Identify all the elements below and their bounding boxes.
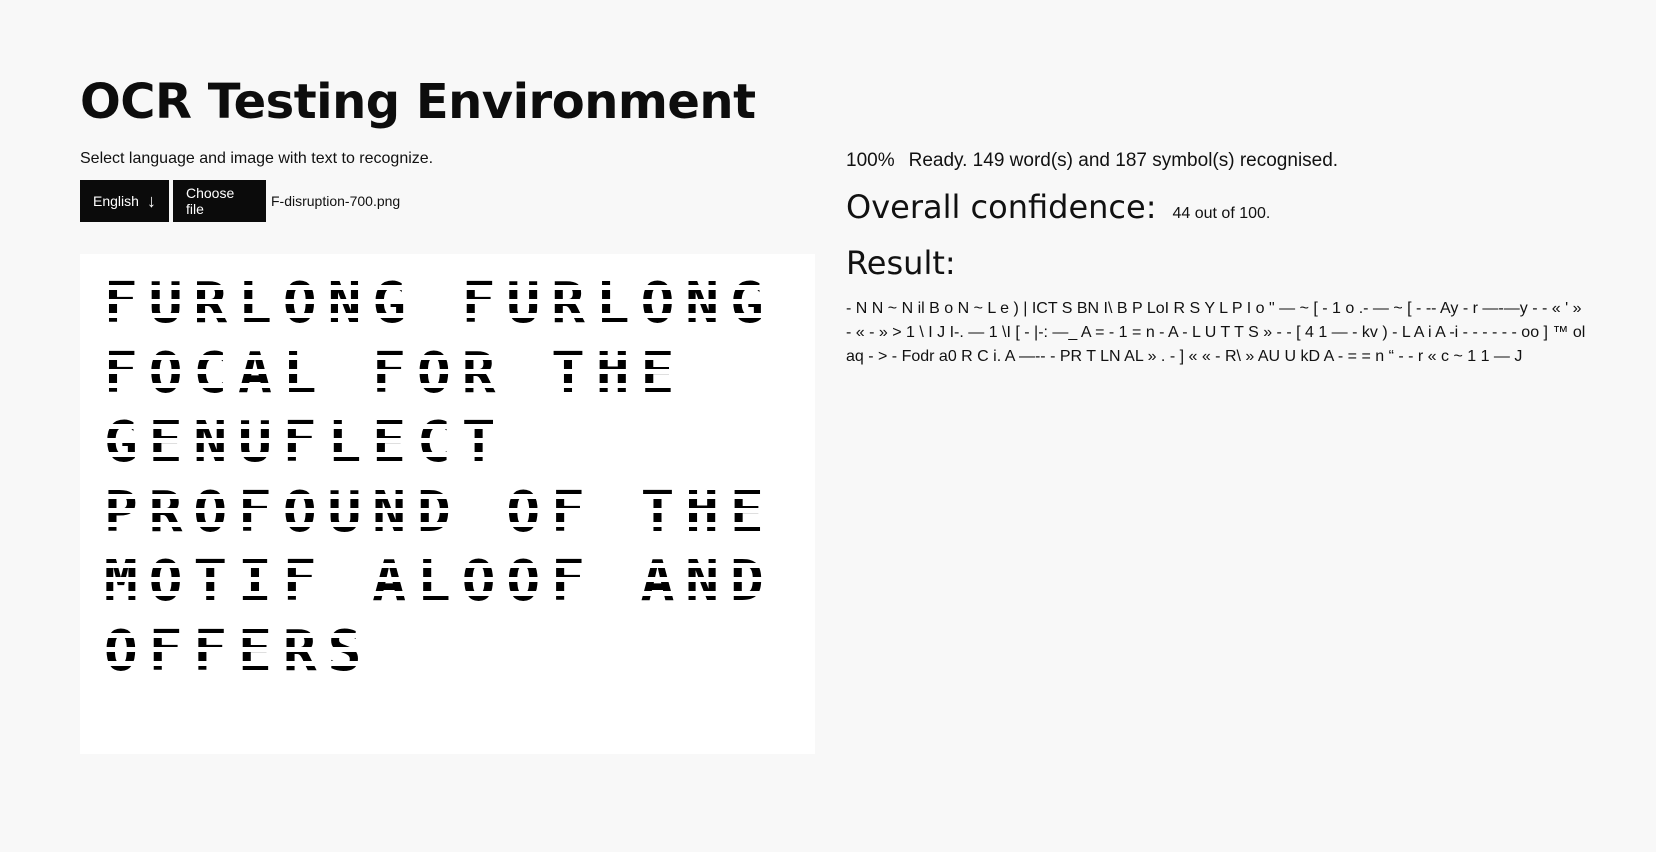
image-preview: FURLONG FURLONG FOCAL FOR THE GENUFLECT … <box>80 254 815 754</box>
confidence-label: Overall confidence: <box>846 188 1157 226</box>
result-label: Result: <box>846 244 956 282</box>
language-select-label: English <box>93 193 139 209</box>
instructions-text: Select language and image with text to r… <box>80 150 434 167</box>
choose-file-button[interactable]: Choose file <box>173 180 266 222</box>
arrow-down-icon: ↓ <box>147 191 156 211</box>
image-text-line: OFFERS <box>104 619 373 684</box>
page-title: OCR Testing Environment <box>80 74 756 130</box>
image-text-line: GENUFLECT <box>104 410 507 475</box>
image-text-line: PROFOUND OF THE <box>104 480 775 545</box>
choose-file-label: Choose file <box>186 185 235 217</box>
confidence-row: Overall confidence: 44 out of 100. <box>846 188 1270 226</box>
status-message: Ready. 149 word(s) and 187 symbol(s) rec… <box>908 150 1339 171</box>
confidence-value: 44 out of 100. <box>1172 205 1271 222</box>
status-line: 100% Ready. 149 word(s) and 187 symbol(s… <box>846 150 1338 172</box>
selected-file-name: F-disruption-700.png <box>271 193 401 209</box>
controls-bar: English ↓ Choose file F-disruption-700.p… <box>80 180 400 222</box>
result-text: - N N ~ N il B o N ~ L e ) | ICT S BN I\… <box>846 300 1586 365</box>
image-text-line: FURLONG FURLONG <box>104 271 775 336</box>
progress-value: 100% <box>846 150 895 171</box>
image-text-line: MOTIF ALOOF AND <box>104 549 775 614</box>
language-select[interactable]: English ↓ <box>80 180 169 222</box>
image-text-line: FOCAL FOR THE <box>104 341 686 406</box>
